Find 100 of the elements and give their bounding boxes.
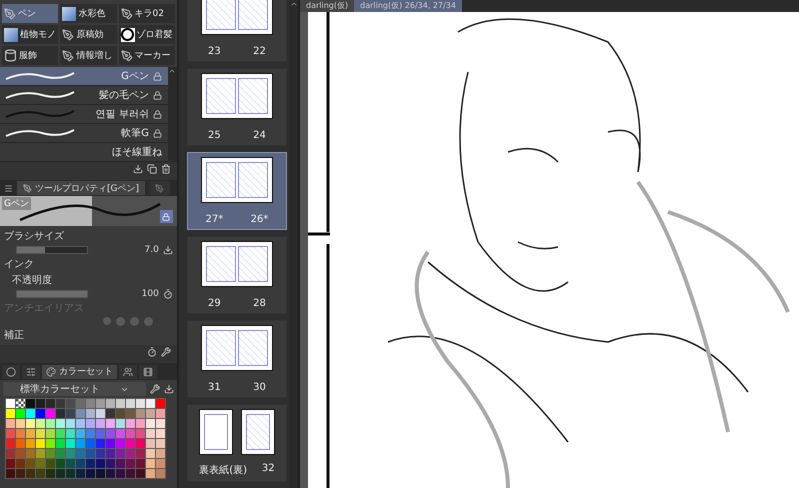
color-swatch[interactable] [36, 399, 45, 408]
color-swatch[interactable] [36, 439, 45, 448]
color-swatch[interactable] [116, 409, 125, 418]
brush-item[interactable]: ほそ線重ね [0, 143, 168, 162]
color-swatch[interactable] [36, 429, 45, 438]
color-swatch[interactable] [96, 459, 105, 468]
color-swatch[interactable] [26, 429, 35, 438]
scroll-up-icon[interactable] [168, 67, 176, 75]
color-swatch[interactable] [106, 409, 115, 418]
subtool-item[interactable]: ゾロ君髪 [118, 25, 175, 44]
color-swatch[interactable] [146, 399, 155, 408]
color-swatch[interactable] [106, 419, 115, 428]
color-swatch[interactable] [86, 429, 95, 438]
color-swatch[interactable] [26, 419, 35, 428]
color-swatch[interactable] [116, 419, 125, 428]
color-swatch[interactable] [116, 429, 125, 438]
color-swatch[interactable] [106, 399, 115, 408]
brush-item[interactable]: Gペン [0, 67, 168, 86]
color-swatch[interactable] [136, 419, 145, 428]
color-swatch[interactable] [56, 409, 65, 418]
menu-icon[interactable] [4, 184, 13, 192]
color-set-dropdown[interactable]: 標準カラーセット [3, 382, 146, 396]
color-swatch[interactable] [86, 419, 95, 428]
color-swatch[interactable] [6, 439, 15, 448]
color-swatch[interactable] [26, 439, 35, 448]
color-swatch[interactable] [66, 449, 75, 458]
page-card[interactable]: 29 28 [186, 236, 287, 314]
color-swatch[interactable] [66, 419, 75, 428]
color-swatch[interactable] [106, 469, 115, 478]
color-swatch[interactable] [96, 419, 105, 428]
color-swatch[interactable] [26, 459, 35, 468]
color-swatch[interactable] [116, 399, 125, 408]
color-swatch[interactable] [76, 409, 85, 418]
color-swatch[interactable] [86, 459, 95, 468]
color-swatch[interactable] [16, 429, 25, 438]
page-card[interactable]: 25 24 [186, 68, 287, 146]
wrench-icon[interactable] [160, 347, 171, 357]
color-swatch[interactable] [46, 439, 55, 448]
color-swatch[interactable] [86, 439, 95, 448]
page-card[interactable]: 27* 26* [186, 152, 287, 230]
color-swatch[interactable] [126, 429, 135, 438]
color-swatch[interactable] [106, 439, 115, 448]
wrench-icon[interactable] [150, 384, 160, 394]
color-swatch[interactable] [116, 439, 125, 448]
color-swatch[interactable] [56, 399, 65, 408]
color-swatch[interactable] [146, 429, 155, 438]
color-swatch[interactable] [26, 399, 35, 408]
color-swatch[interactable] [56, 459, 65, 468]
subtool-item[interactable]: 植物モノ [2, 25, 58, 44]
color-swatch[interactable] [76, 429, 85, 438]
color-swatch[interactable] [16, 439, 25, 448]
color-swatch[interactable] [66, 429, 75, 438]
color-swatch[interactable] [96, 399, 105, 408]
color-swatch[interactable] [126, 449, 135, 458]
color-swatch[interactable] [136, 429, 145, 438]
color-swatch[interactable] [96, 469, 105, 478]
color-swatch[interactable] [156, 419, 165, 428]
color-swatch[interactable] [126, 439, 135, 448]
color-swatch[interactable] [96, 439, 105, 448]
color-swatch[interactable] [6, 429, 15, 438]
palette-tab[interactable] [2, 364, 20, 378]
color-swatch[interactable] [36, 419, 45, 428]
trash-icon[interactable] [160, 164, 171, 174]
color-swatch[interactable] [46, 429, 55, 438]
copy-icon[interactable] [146, 164, 157, 174]
color-swatch[interactable] [96, 409, 105, 418]
color-swatch[interactable] [126, 419, 135, 428]
download-icon[interactable] [162, 245, 173, 255]
color-swatch[interactable] [126, 459, 135, 468]
color-swatch[interactable] [146, 449, 155, 458]
color-swatch[interactable] [156, 409, 165, 418]
color-swatch[interactable] [56, 439, 65, 448]
color-swatch[interactable] [156, 439, 165, 448]
color-swatch[interactable] [146, 419, 155, 428]
color-swatch[interactable] [46, 419, 55, 428]
color-swatch[interactable] [126, 469, 135, 478]
color-swatch[interactable] [46, 449, 55, 458]
brush-item[interactable]: 연필 부러쉬 [0, 105, 168, 124]
color-swatch[interactable] [146, 469, 155, 478]
color-swatch[interactable] [66, 409, 75, 418]
brush-item[interactable]: 髪の毛ペン [0, 86, 168, 105]
subtool-item[interactable]: キラ02 [118, 4, 175, 23]
color-swatch[interactable] [156, 459, 165, 468]
download-icon[interactable] [164, 384, 174, 394]
scroll-up-icon[interactable] [290, 0, 298, 8]
transparent-swatch[interactable] [16, 399, 25, 408]
timer-icon[interactable] [146, 347, 157, 357]
color-swatch[interactable] [136, 409, 145, 418]
color-swatch[interactable] [106, 429, 115, 438]
color-swatch[interactable] [6, 449, 15, 458]
tool-property-tab[interactable]: ツールプロパティ[Gペン] [17, 181, 145, 195]
color-swatch[interactable] [146, 439, 155, 448]
color-swatch[interactable] [116, 469, 125, 478]
color-swatch[interactable] [106, 459, 115, 468]
color-swatch[interactable] [136, 439, 145, 448]
color-swatch[interactable] [26, 409, 35, 418]
color-swatch[interactable] [46, 459, 55, 468]
color-swatch[interactable] [76, 439, 85, 448]
color-swatch[interactable] [106, 449, 115, 458]
color-swatch[interactable] [136, 449, 145, 458]
